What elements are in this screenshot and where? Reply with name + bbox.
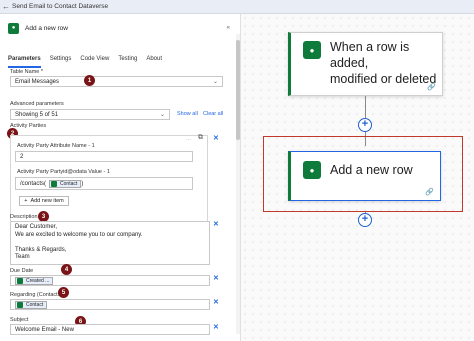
tab-testing[interactable]: Testing	[118, 56, 137, 68]
add-row-card[interactable]: ● Add a new row 🔗	[288, 151, 441, 201]
connector-line	[365, 96, 366, 118]
step-badge-4: 4	[61, 264, 72, 275]
description-line: Dear Customer,	[15, 224, 58, 230]
chevron-down-icon: ⌄	[212, 79, 218, 85]
step-badge-5: 5	[58, 287, 69, 298]
party-attr-input[interactable]: 2	[15, 151, 193, 162]
more-options-icon[interactable]: ⋯	[186, 138, 192, 144]
contact-token[interactable]: Contact	[49, 179, 82, 188]
add-new-item-button[interactable]: + Add new item	[19, 196, 69, 206]
remove-due-date-icon[interactable]: ✕	[213, 274, 219, 282]
trigger-title: When a row is added, modified or deleted	[330, 39, 442, 87]
chevron-down-icon: ⌄	[159, 112, 165, 118]
table-name-select[interactable]: Email Messages ⌄	[10, 76, 223, 87]
add-row-title: Add a new row	[330, 163, 413, 177]
scrollbar-thumb[interactable]	[236, 40, 240, 140]
table-name-label: Table Name *	[10, 69, 44, 75]
description-line: Thanks & Regards,	[15, 246, 67, 253]
regarding-input[interactable]: Contact	[10, 299, 210, 310]
party-id-suffix: )	[81, 180, 84, 187]
clear-all-link[interactable]: Clear all	[203, 111, 223, 117]
tab-about[interactable]: About	[146, 56, 162, 68]
panel-header: ● Add a new row «	[8, 20, 233, 36]
action-config-panel: ● Add a new row « Parameters Settings Co…	[0, 14, 241, 341]
add-new-item-label: Add new item	[30, 198, 64, 204]
tab-settings[interactable]: Settings	[50, 56, 72, 68]
description-label: Description	[10, 214, 38, 220]
remove-activity-parties-icon[interactable]: ✕	[213, 134, 219, 142]
remove-subject-icon[interactable]: ✕	[213, 323, 219, 331]
step-badge-1: 1	[84, 75, 95, 86]
created-on-token-label: Created ...	[26, 277, 50, 284]
panel-scrollbar[interactable]	[236, 34, 240, 334]
tab-parameters[interactable]: Parameters	[8, 56, 41, 68]
panel-tabs: Parameters Settings Code View Testing Ab…	[8, 56, 233, 68]
link-icon: 🔗	[425, 189, 434, 196]
party-id-label: Activity Party Partyid@odata Value - 1	[17, 169, 110, 175]
due-date-input[interactable]: Created ...	[10, 275, 210, 286]
dataverse-icon	[17, 277, 23, 284]
insert-step-button[interactable]: +	[358, 118, 372, 132]
collapse-icon[interactable]: «	[227, 25, 233, 31]
created-on-token[interactable]: Created ...	[15, 276, 54, 285]
link-icon: 🔗	[427, 84, 436, 91]
trigger-card[interactable]: ● When a row is added, modified or delet…	[288, 32, 443, 96]
party-id-input[interactable]: /contacts( Contact )	[15, 177, 193, 190]
regarding-label: Regarding (Contacts)	[10, 292, 63, 298]
dataverse-icon: ●	[8, 22, 19, 34]
dataverse-icon	[51, 180, 58, 187]
action-name[interactable]: Add a new row	[25, 25, 68, 32]
due-date-label: Due Date	[10, 268, 34, 274]
remove-description-icon[interactable]: ✕	[213, 220, 219, 228]
party-attr-value: 2	[20, 153, 24, 160]
regarding-contact-token[interactable]: Contact	[15, 300, 48, 309]
party-id-prefix: /contacts(	[20, 180, 47, 187]
flow-title: Send Email to Contact Dataverse	[12, 3, 109, 10]
description-line: We are excited to welcome you to our com…	[15, 231, 143, 238]
dataverse-icon: ●	[303, 161, 321, 179]
remove-regarding-icon[interactable]: ✕	[213, 298, 219, 306]
regarding-contact-token-label: Contact	[26, 301, 44, 308]
insert-step-button[interactable]: +	[358, 213, 372, 227]
copy-icon[interactable]: ⧉	[198, 134, 203, 142]
party-attr-label: Activity Party Attribute Name - 1	[17, 143, 95, 149]
contact-token-label: Contact	[60, 180, 78, 187]
dataverse-icon: ●	[303, 41, 321, 59]
trigger-title-line: When a row is added,	[330, 40, 410, 70]
title-bar: ← Send Email to Contact Dataverse	[0, 0, 474, 14]
advanced-params-select[interactable]: Showing 5 of 51 ⌄	[10, 109, 170, 120]
subject-input[interactable]: Welcome Email - New	[10, 324, 210, 335]
advanced-params-label: Advanced parameters	[10, 101, 64, 107]
back-arrow-icon[interactable]: ←	[0, 2, 12, 11]
dataverse-icon	[17, 301, 23, 308]
tab-code-view[interactable]: Code View	[80, 56, 109, 68]
plus-icon: +	[24, 198, 28, 204]
show-all-link[interactable]: Show all	[177, 111, 198, 117]
table-name-value: Email Messages	[15, 78, 60, 85]
advanced-params-value: Showing 5 of 51	[15, 111, 59, 118]
description-line: Team	[15, 254, 30, 260]
subject-value: Welcome Email - New	[15, 326, 74, 333]
description-textarea[interactable]: Dear Customer, We are excited to welcome…	[10, 221, 210, 265]
panel-header-buttons[interactable]: «	[227, 25, 233, 31]
subject-label: Subject	[10, 317, 29, 323]
flow-canvas[interactable]: ● When a row is added, modified or delet…	[241, 14, 474, 341]
trigger-title-line: modified or deleted	[330, 72, 437, 86]
